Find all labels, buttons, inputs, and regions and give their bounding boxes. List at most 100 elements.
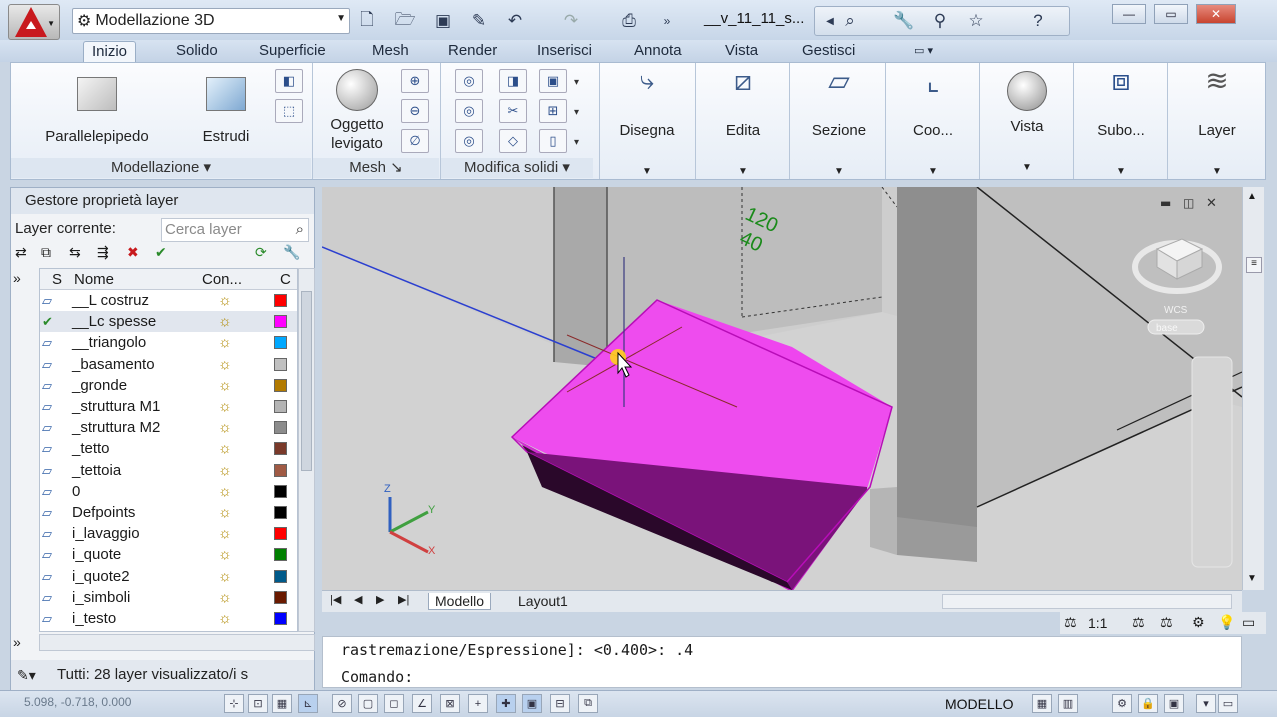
exchange-icon[interactable]: ⚲	[927, 9, 953, 33]
layer-status-icon[interactable]: ▱	[42, 332, 62, 353]
tab-render[interactable]: Render	[440, 41, 505, 62]
freeze-sun-icon[interactable]: ☼	[218, 290, 232, 311]
layer-row[interactable]: ▱ _gronde ☼	[40, 375, 297, 396]
layer-name[interactable]: i_quote2	[72, 566, 130, 587]
layer-name[interactable]: i_quote	[72, 544, 121, 565]
application-menu-button[interactable]: ▼	[8, 4, 60, 40]
layer-status-icon[interactable]: ▱	[42, 438, 62, 459]
new-layer-icon[interactable]: ⇶	[97, 244, 109, 261]
otrack-icon[interactable]: ∠	[412, 694, 432, 713]
layer-color-swatch[interactable]	[274, 400, 287, 413]
expand-tree-icon[interactable]: »	[13, 270, 21, 286]
freeze-sun-icon[interactable]: ☼	[218, 502, 232, 523]
last-layout-icon[interactable]: ▶|	[398, 593, 409, 606]
toolbar-lock-icon[interactable]: ⚙	[1112, 694, 1132, 713]
layer-name[interactable]: _struttura M1	[72, 396, 160, 417]
ducs-icon[interactable]: ⊠	[440, 694, 460, 713]
star-icon[interactable]: ☆	[963, 9, 989, 33]
layer-status-icon[interactable]: ▱	[42, 481, 62, 502]
layer-name[interactable]: _tettoia	[72, 460, 121, 481]
layer-row[interactable]: ▱ i_testo ☼	[40, 608, 297, 629]
layer-row[interactable]: ▱ _tetto ☼	[40, 438, 297, 459]
layer-color-swatch[interactable]	[274, 548, 287, 562]
layer-color-swatch[interactable]	[274, 357, 287, 371]
polar-icon[interactable]: ⊘	[332, 694, 352, 713]
freeze-sun-icon[interactable]: ☼	[218, 396, 232, 417]
prev-layout-icon[interactable]: ◀	[354, 593, 362, 606]
ribbon-toggle-button[interactable]: ▭ ▾	[906, 41, 941, 62]
viewport-close-icon[interactable]: ✕	[1206, 196, 1217, 211]
layer-row[interactable]: ▱ _basamento ☼	[40, 354, 297, 375]
layer-name[interactable]: _tetto	[72, 438, 110, 459]
layer-name[interactable]: __triangolo	[72, 332, 146, 353]
layer-status-icon[interactable]: ▱	[42, 396, 62, 417]
layer-name[interactable]: __L costruz	[72, 290, 149, 311]
selection-cycling-icon[interactable]: ⧉	[578, 694, 598, 713]
layer-name[interactable]: _struttura M2	[72, 417, 160, 438]
tab-annota[interactable]: Annota	[626, 41, 690, 62]
save-as-icon[interactable]: ✎	[466, 9, 492, 33]
layer-row[interactable]: ▱ __triangolo ☼	[40, 332, 297, 353]
undo-icon[interactable]: ↶	[502, 9, 528, 33]
annotation-scale-icon[interactable]: ⚖	[1064, 614, 1077, 631]
vista-button[interactable]: Vista ▼	[983, 71, 1071, 177]
freeze-sun-icon[interactable]: ☼	[218, 460, 232, 481]
layer-row[interactable]: ✔ __Lc spesse ☼	[40, 311, 297, 333]
lightbulb-icon[interactable]: 💡	[1218, 614, 1235, 631]
freeze-sun-icon[interactable]: ☼	[218, 544, 232, 565]
layer-list-hscrollbar[interactable]	[39, 634, 315, 651]
redo-icon[interactable]: ↷	[558, 9, 584, 33]
presspull-icon[interactable]: ⬚	[275, 99, 303, 123]
layer-row[interactable]: ▱ _struttura M1 ☼	[40, 396, 297, 417]
drawing-canvas[interactable]: 120 40 Z Y X WCS base ▬ ◫ ✕	[322, 187, 1242, 590]
next-layout-icon[interactable]: ▶	[376, 593, 384, 606]
column-colore[interactable]: C	[280, 271, 291, 288]
transparency-icon[interactable]: ▣	[522, 694, 542, 713]
freeze-sun-icon[interactable]: ☼	[218, 481, 232, 502]
disegna-button[interactable]: ⤷ Disegna ▼	[603, 67, 691, 181]
layer-status-icon[interactable]: ▱	[42, 375, 62, 396]
edita-button[interactable]: ⧄ Edita ▼	[699, 67, 787, 181]
dyn-icon[interactable]: +	[468, 694, 488, 713]
layer-status-icon[interactable]: ▱	[42, 608, 62, 629]
new-property-filter-icon[interactable]: ⇄	[15, 244, 27, 261]
layer-row[interactable]: ▱ i_quote2 ☼	[40, 566, 297, 587]
annotation-visibility-icon[interactable]: ⚖	[1132, 614, 1145, 631]
freeze-sun-icon[interactable]: ☼	[218, 417, 232, 438]
tab-vista[interactable]: Vista	[717, 41, 766, 62]
shell-icon[interactable]: ▯	[539, 129, 567, 153]
layer-name[interactable]: i_lavaggio	[72, 523, 140, 544]
lock-icon[interactable]: 🔒	[1138, 694, 1158, 713]
smooth-less-icon[interactable]: ⊖	[401, 99, 429, 123]
estrudi-button[interactable]: Estrudi	[191, 71, 261, 146]
layer-color-swatch[interactable]	[274, 484, 287, 498]
layer-states-icon[interactable]: ⇆	[69, 244, 81, 261]
tab-solido[interactable]: Solido	[168, 41, 226, 62]
layer-color-swatch[interactable]	[274, 506, 287, 519]
pencil-icon[interactable]: ✎▾	[17, 660, 36, 690]
column-nome[interactable]: Nome	[74, 271, 114, 288]
workspace-switch-icon[interactable]: ⚙	[1192, 614, 1205, 631]
layer-color-swatch[interactable]	[274, 569, 287, 583]
layer-color-swatch[interactable]	[274, 612, 287, 625]
subobject-button[interactable]: ⧈ Subo... ▼	[1077, 66, 1165, 181]
layer-search-input[interactable]: Cerca layer ⌕	[161, 218, 309, 242]
layer-row[interactable]: ▱ 0 ☼	[40, 481, 297, 502]
workspace-selector[interactable]: ⚙ Modellazione 3D ▼	[72, 8, 350, 34]
command-prompt[interactable]: Comando:	[341, 668, 413, 686]
grid-icon[interactable]: ▦	[272, 694, 292, 713]
tab-inizio[interactable]: Inizio	[83, 41, 137, 62]
panel-modellazione-label[interactable]: Modellazione ▾	[11, 158, 311, 178]
clean-screen-icon[interactable]: ▭	[1218, 694, 1238, 713]
layer-status-icon[interactable]: ▱	[42, 354, 62, 375]
layer-status-icon[interactable]: ▱	[42, 417, 62, 438]
layer-color-swatch[interactable]	[274, 294, 287, 307]
layer-color-swatch[interactable]	[274, 421, 287, 435]
infer-icon[interactable]: ⊡	[248, 694, 268, 713]
polysolid-icon[interactable]: ◧	[275, 69, 303, 93]
print-icon[interactable]: ⎙	[616, 9, 642, 33]
freeze-sun-icon[interactable]: ☼	[218, 438, 232, 459]
layer-name[interactable]: i_testo	[72, 608, 116, 629]
maximize-button[interactable]: ▭	[1154, 4, 1188, 24]
layer-status-icon[interactable]: ▱	[42, 523, 62, 544]
